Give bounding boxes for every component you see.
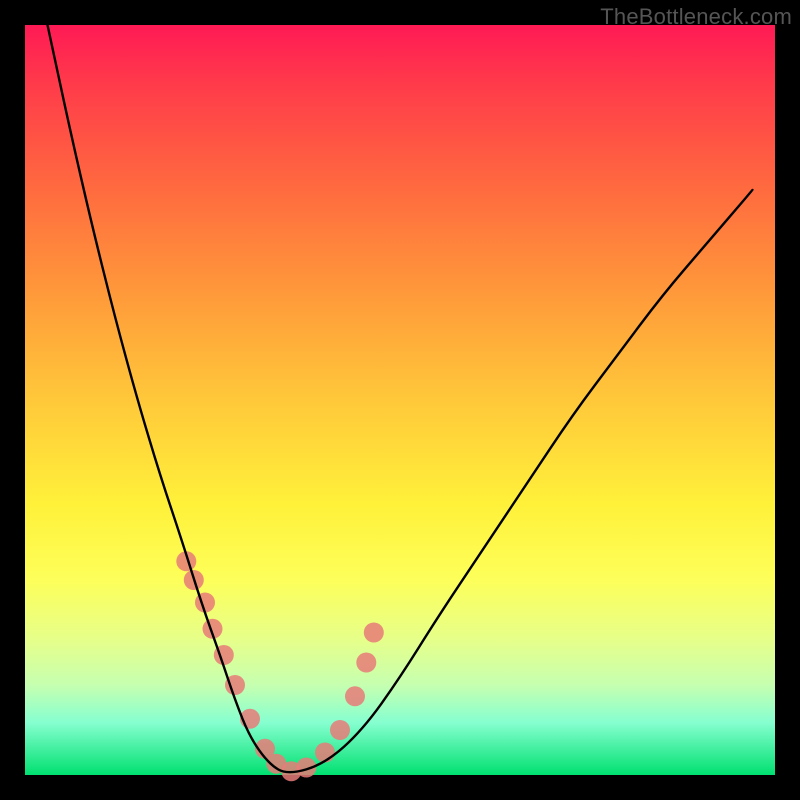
bottleneck-curve xyxy=(48,25,753,772)
highlight-marker xyxy=(356,653,376,673)
marker-layer xyxy=(176,551,383,781)
highlight-marker xyxy=(345,686,365,706)
highlight-marker xyxy=(315,743,335,763)
watermark-text: TheBottleneck.com xyxy=(600,4,792,30)
highlight-marker xyxy=(364,623,384,643)
highlight-marker xyxy=(330,720,350,740)
plot-area xyxy=(25,25,775,775)
outer-frame: TheBottleneck.com xyxy=(0,0,800,800)
chart-svg xyxy=(25,25,775,775)
